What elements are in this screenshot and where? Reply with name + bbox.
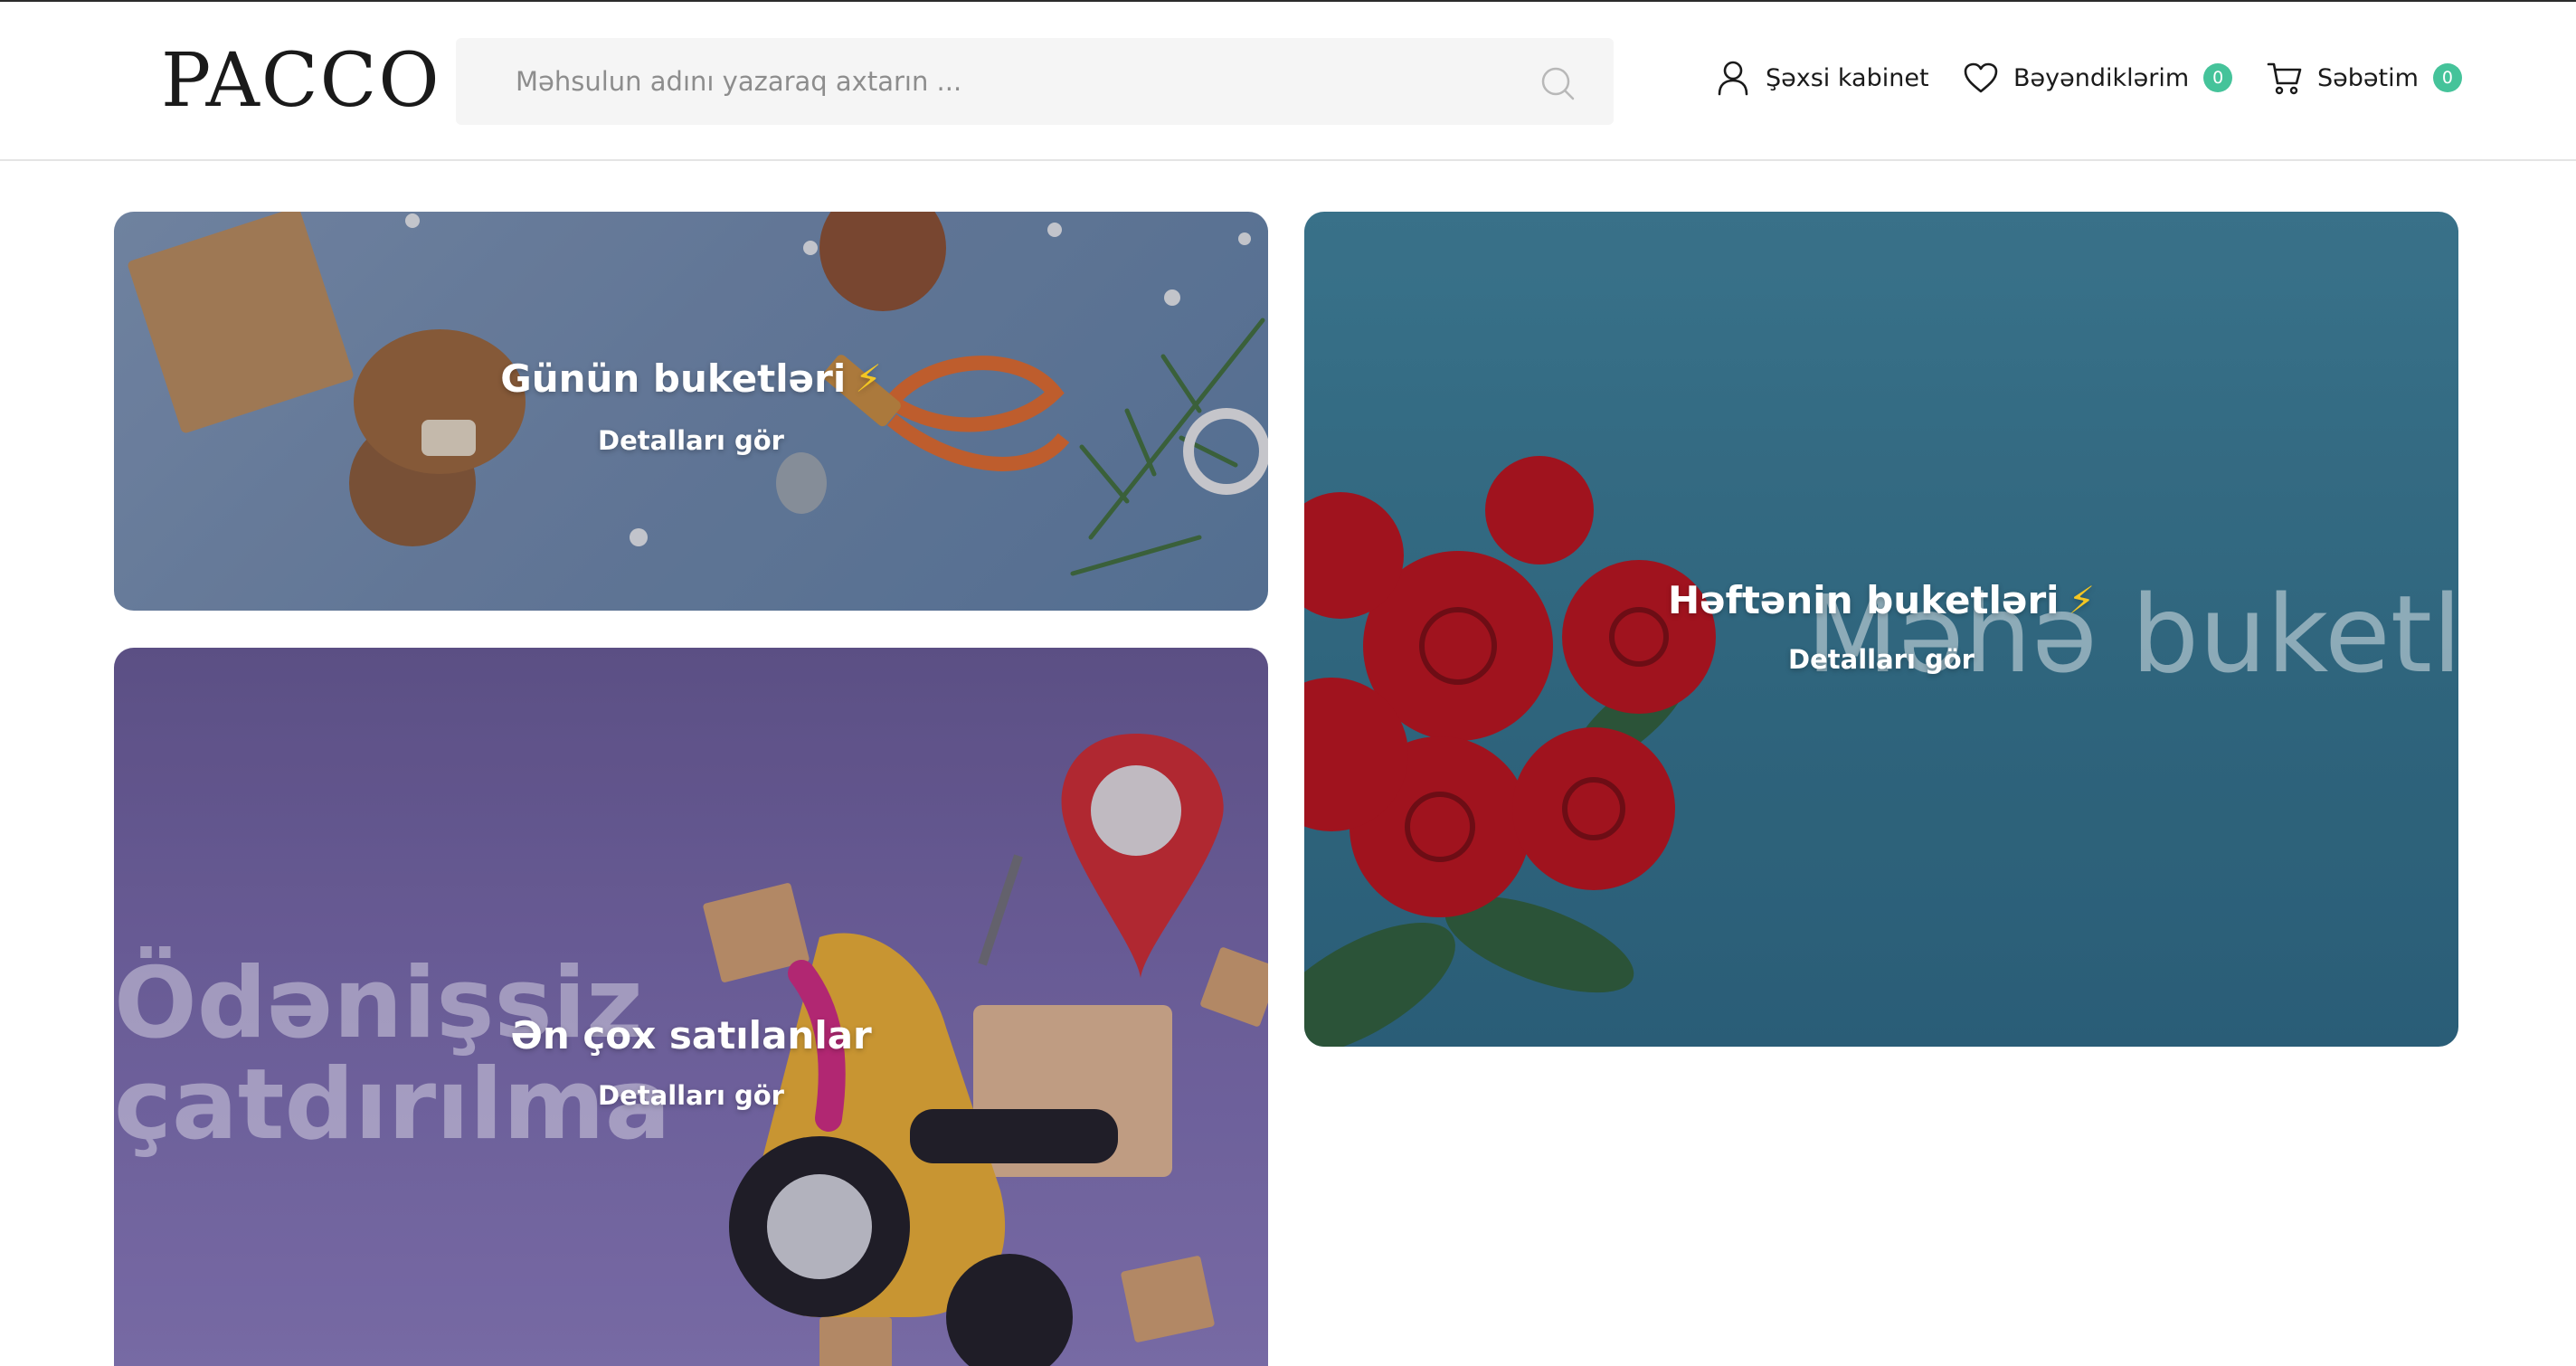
- banner-title-text: Günün buketləri: [500, 356, 847, 401]
- search-bar: [456, 38, 1614, 125]
- cart-icon: [2267, 60, 2303, 96]
- favorites-count-badge: 0: [2203, 63, 2233, 92]
- user-icon: [1715, 60, 1751, 96]
- cart-label: Səbətim: [2317, 63, 2419, 92]
- site-header: PACCO Şəxsi kabinet Bəyəndiklərim 0: [0, 2, 2576, 161]
- banner-title: Günün buketləri ⚡: [114, 356, 1268, 401]
- account-label: Şəxsi kabinet: [1766, 63, 1929, 92]
- lightning-icon: ⚡: [2068, 578, 2096, 622]
- cart-count-badge: 0: [2432, 63, 2462, 92]
- lightning-icon: ⚡: [855, 356, 882, 401]
- banner-details-link[interactable]: Detalları gör: [114, 425, 1268, 456]
- banner-weekly-bouquets[interactable]: Məhə buketlə Həftənin buketləri ⚡ Detalla…: [1304, 212, 2458, 1047]
- banner-details-link[interactable]: Detalları gör: [1304, 644, 2458, 675]
- banner-title-text: Həftənin buketləri: [1667, 578, 2060, 622]
- account-link[interactable]: Şəxsi kabinet: [1715, 49, 1929, 107]
- search-input[interactable]: [456, 38, 1614, 125]
- banner-details-link[interactable]: Detalları gör: [114, 1080, 1268, 1111]
- banner-best-sellers[interactable]: Ödənişsiz çatdırılma Ən çox satılanlar D…: [114, 648, 1268, 1366]
- banner-title: Həftənin buketləri ⚡: [1304, 578, 2458, 622]
- banner-image-crafts: [114, 212, 1268, 611]
- heart-icon: [1963, 60, 1999, 96]
- favorites-label: Bəyəndiklərim: [2013, 63, 2190, 92]
- banner-title: Ən çox satılanlar: [510, 1013, 872, 1058]
- favorites-link[interactable]: Bəyəndiklərim 0: [1963, 49, 2233, 107]
- search-icon[interactable]: [1539, 65, 1576, 101]
- cart-link[interactable]: Səbətim 0: [2267, 49, 2462, 107]
- banner-daily-bouquets[interactable]: Günün buketləri ⚡ Detalları gör: [114, 212, 1268, 611]
- logo[interactable]: PACCO: [161, 38, 441, 124]
